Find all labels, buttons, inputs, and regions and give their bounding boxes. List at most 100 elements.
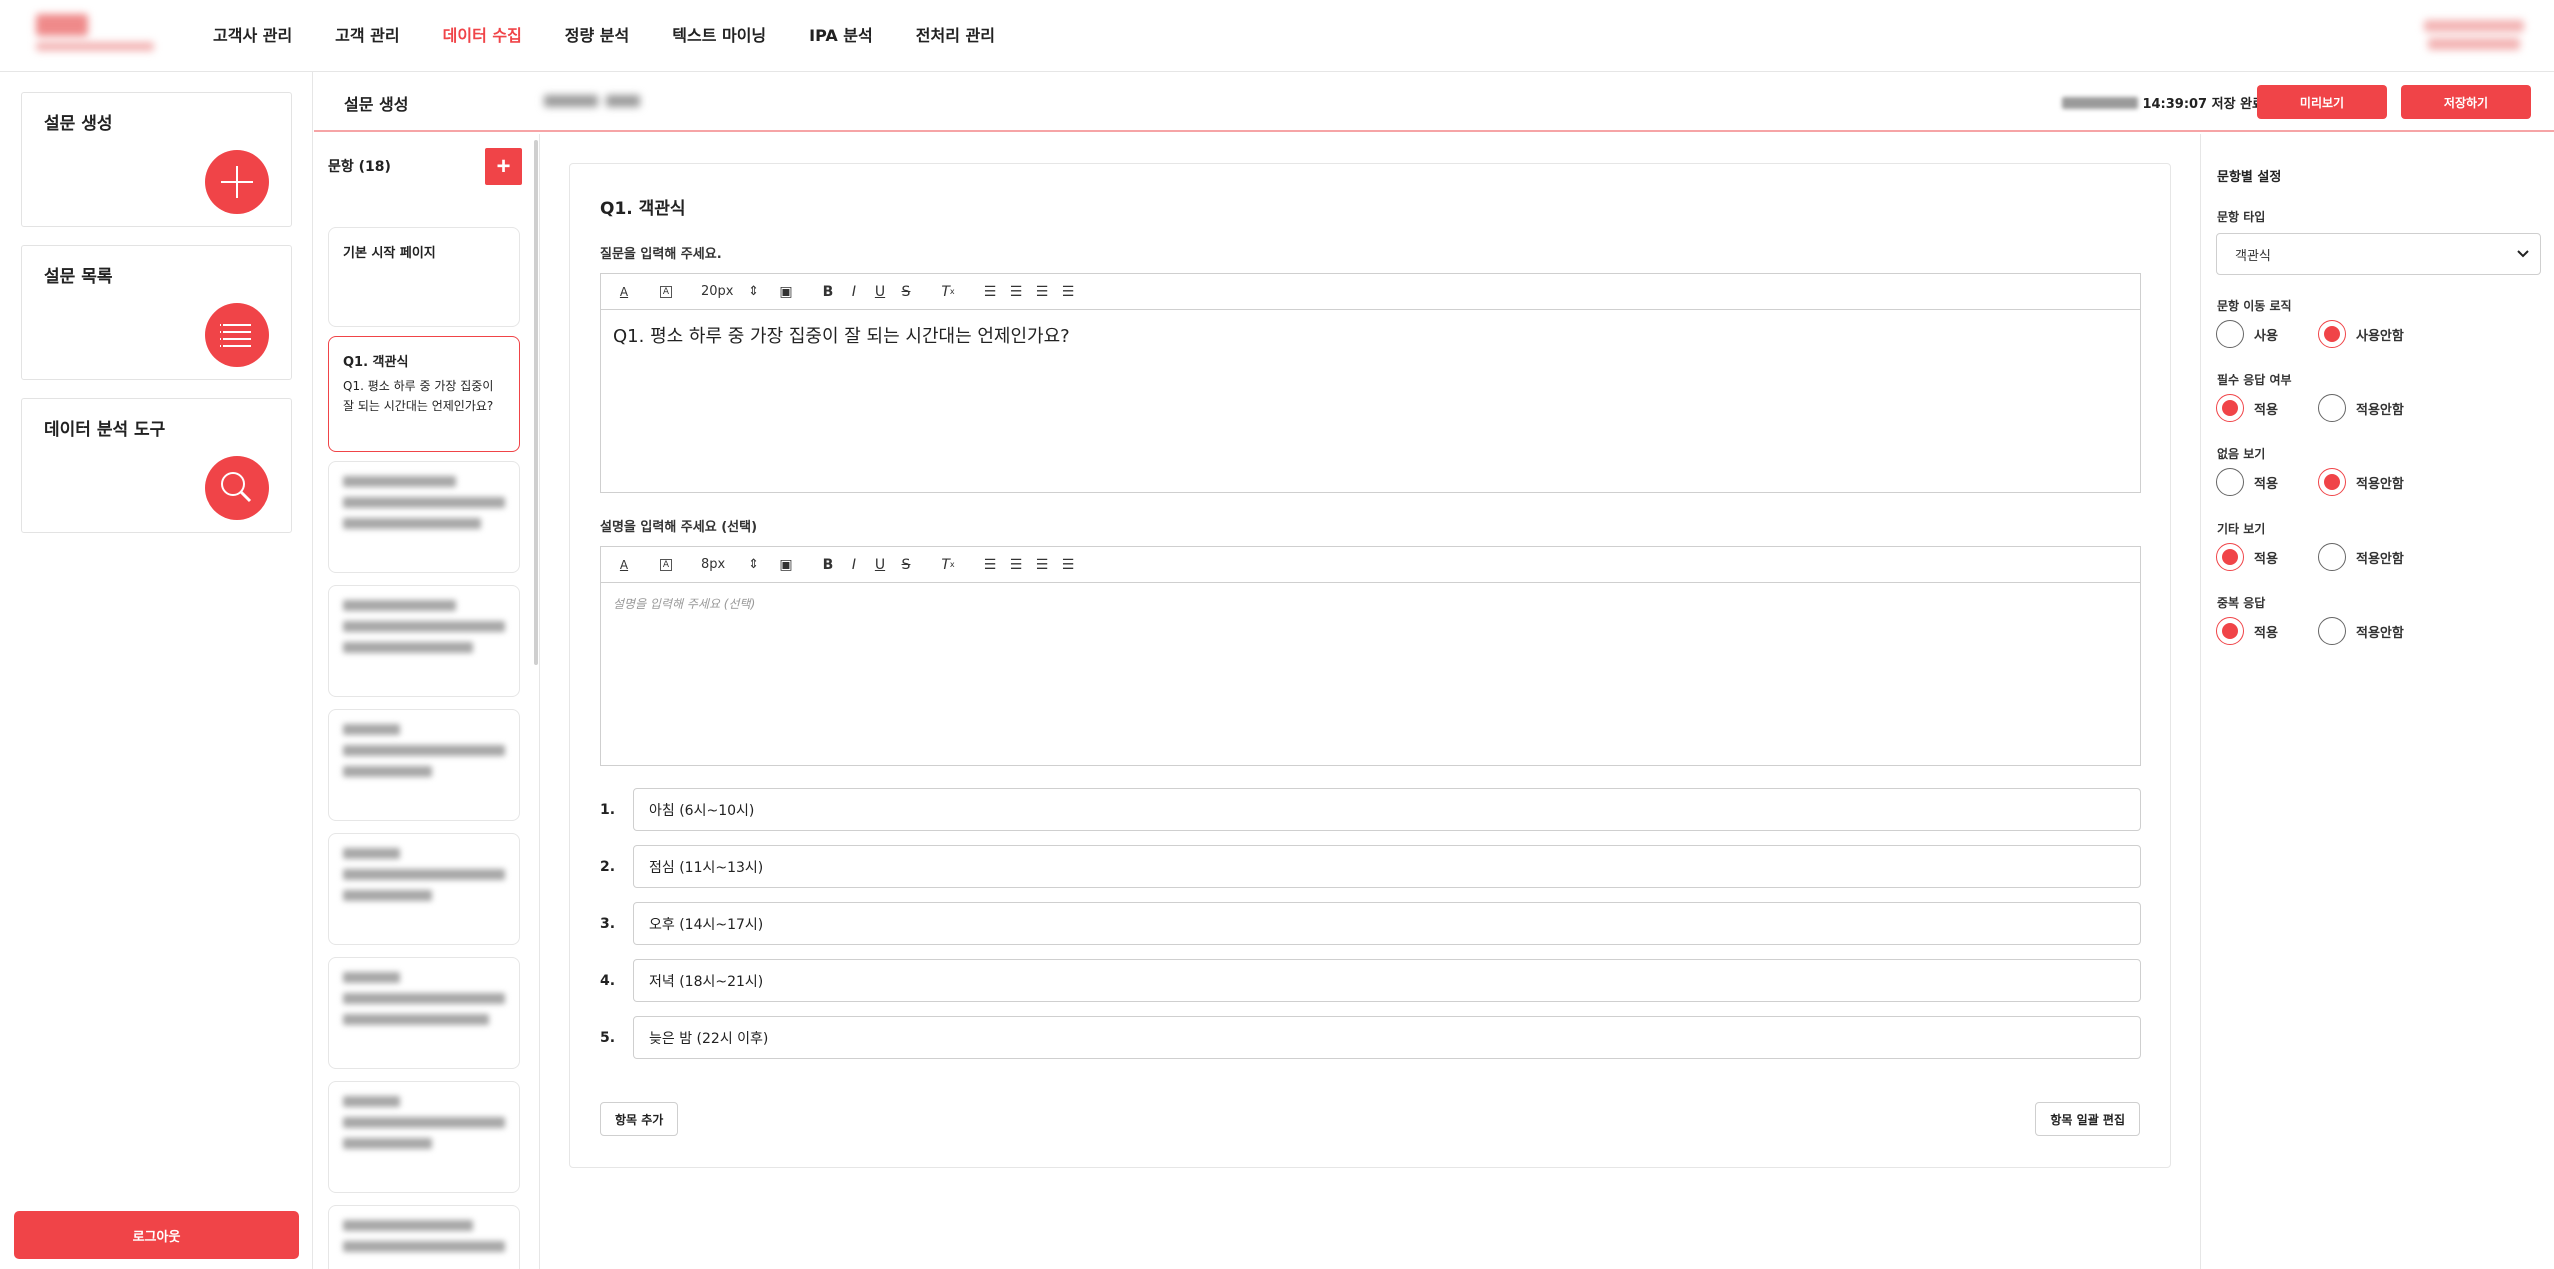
background-color-icon[interactable]: A (653, 554, 679, 576)
italic-icon[interactable]: I (841, 281, 867, 303)
strikethrough-icon[interactable]: S (893, 281, 919, 303)
user-info[interactable] (2418, 18, 2524, 52)
question-type-select[interactable]: 객관식 (2216, 233, 2541, 275)
question-card-q1[interactable]: Q1. 객관식 Q1. 평소 하루 중 가장 집중이 잘 되는 시간대는 언제인… (328, 336, 520, 452)
align-justify-icon[interactable]: ☰ (1055, 554, 1081, 576)
font-size-select[interactable]: 8px ⇕ (687, 557, 765, 572)
logo[interactable] (30, 12, 160, 56)
description-rich-text-editor: A A 8px ⇕ ▣ B I U S Tx ☰ ☰ ☰ ☰ 설명을 입력해 주세… (600, 546, 2141, 766)
clear-format-icon[interactable]: Tx (935, 281, 961, 303)
nav-item-client-management[interactable]: 고객사 관리 (213, 22, 292, 46)
nav-item-quantitative-analysis[interactable]: 정량 분석 (565, 22, 629, 46)
plus-icon[interactable] (205, 150, 269, 214)
top-navigation: 고객사 관리 고객 관리 데이터 수집 정량 분석 텍스트 마이닝 IPA 분석… (0, 0, 2554, 72)
bold-icon[interactable]: B (815, 281, 841, 303)
underline-icon[interactable]: U (867, 554, 893, 576)
clear-format-icon[interactable]: Tx (935, 554, 961, 576)
save-button[interactable]: 저장하기 (2401, 85, 2531, 119)
font-color-icon[interactable]: A (611, 554, 637, 576)
italic-icon[interactable]: I (841, 554, 867, 576)
font-size-select[interactable]: 20px ⇕ (687, 284, 765, 299)
align-right-icon[interactable]: ☰ (1029, 554, 1055, 576)
option-input[interactable]: 저녁 (18시~21시) (633, 959, 2141, 1002)
nav-item-preprocessing[interactable]: 전처리 관리 (916, 22, 995, 46)
radio-label: 적용안함 (2356, 625, 2404, 641)
radio-not-apply[interactable] (2318, 468, 2346, 496)
list-icon[interactable] (205, 303, 269, 367)
radio-label: 사용안함 (2356, 328, 2404, 344)
question-card[interactable] (328, 833, 520, 945)
background-color-icon[interactable]: A (653, 281, 679, 303)
align-center-icon[interactable]: ☰ (1003, 554, 1029, 576)
question-editor: Q1. 객관식 질문을 입력해 주세요. A A 20px ⇕ ▣ B I U S… (569, 163, 2171, 1168)
font-color-icon[interactable]: A (611, 281, 637, 303)
radio-label: 적용 (2254, 476, 2278, 492)
nav-item-ipa-analysis[interactable]: IPA 분석 (809, 22, 873, 46)
radio-apply[interactable] (2216, 394, 2244, 422)
updown-icon: ⇕ (748, 557, 759, 572)
none-option-radio-group: 적용 적용안함 (2216, 468, 2404, 496)
question-card[interactable] (328, 1205, 520, 1269)
card-survey-list[interactable]: 설문 목록 (21, 245, 292, 380)
search-icon[interactable] (205, 456, 269, 520)
question-card-title: Q1. 객관식 (343, 355, 409, 370)
option-input[interactable]: 늦은 밤 (22시 이후) (633, 1016, 2141, 1059)
radio-not-apply[interactable] (2318, 394, 2346, 422)
align-left-icon[interactable]: ☰ (977, 281, 1003, 303)
radio-apply[interactable] (2216, 543, 2244, 571)
nav-item-data-collection[interactable]: 데이터 수집 (443, 22, 522, 46)
option-number: 1. (600, 802, 616, 818)
preview-button[interactable]: 미리보기 (2257, 85, 2387, 119)
question-card[interactable] (328, 1081, 520, 1193)
image-icon[interactable]: ▣ (773, 281, 799, 303)
question-list: 문항 (18) + 기본 시작 페이지 Q1. 객관식 Q1. 평소 하루 중 … (314, 134, 540, 1269)
option-input[interactable]: 아침 (6시~10시) (633, 788, 2141, 831)
question-title: Q1. 객관식 (600, 199, 686, 219)
radio-label: 적용안함 (2356, 476, 2404, 492)
align-justify-icon[interactable]: ☰ (1055, 281, 1081, 303)
option-number: 3. (600, 916, 616, 932)
radio-apply[interactable] (2216, 617, 2244, 645)
add-question-button[interactable]: + (485, 148, 522, 185)
font-size-value: 20px (701, 284, 734, 299)
image-icon[interactable]: ▣ (773, 554, 799, 576)
question-card[interactable] (328, 585, 520, 697)
question-card-start-page[interactable]: 기본 시작 페이지 (328, 227, 520, 327)
radio-use[interactable] (2216, 320, 2244, 348)
option-input[interactable]: 오후 (14시~17시) (633, 902, 2141, 945)
question-card[interactable] (328, 709, 520, 821)
underline-icon[interactable]: U (867, 281, 893, 303)
card-data-analysis-tool[interactable]: 데이터 분석 도구 (21, 398, 292, 533)
radio-not-apply[interactable] (2318, 543, 2346, 571)
nav-item-customer-management[interactable]: 고객 관리 (335, 22, 399, 46)
radio-not-use[interactable] (2318, 320, 2346, 348)
radio-apply[interactable] (2216, 468, 2244, 496)
question-card[interactable] (328, 957, 520, 1069)
description-placeholder[interactable]: 설명을 입력해 주세요 (선택) (601, 583, 2140, 624)
radio-not-apply[interactable] (2318, 617, 2346, 645)
align-left-icon[interactable]: ☰ (977, 554, 1003, 576)
align-right-icon[interactable]: ☰ (1029, 281, 1055, 303)
bold-icon[interactable]: B (815, 554, 841, 576)
required-label: 필수 응답 여부 (2217, 373, 2292, 387)
option-input[interactable]: 점심 (11시~13시) (633, 845, 2141, 888)
card-create-survey[interactable]: 설문 생성 (21, 92, 292, 227)
align-center-icon[interactable]: ☰ (1003, 281, 1029, 303)
editor-toolbar: A A 20px ⇕ ▣ B I U S Tx ☰ ☰ ☰ ☰ (601, 274, 2140, 310)
move-logic-label: 문항 이동 로직 (2217, 299, 2292, 313)
survey-name (544, 93, 644, 109)
question-card[interactable] (328, 461, 520, 573)
bulk-edit-button[interactable]: 항목 일괄 편집 (2035, 1102, 2140, 1136)
option-number: 2. (600, 859, 616, 875)
nav-item-text-mining[interactable]: 텍스트 마이닝 (672, 22, 766, 46)
question-type-value: 객관식 (2235, 248, 2271, 264)
radio-label: 적용 (2254, 402, 2278, 418)
required-radio-group: 적용 적용안함 (2216, 394, 2404, 422)
chevron-down-icon (2517, 250, 2529, 258)
question-text[interactable]: Q1. 평소 하루 중 가장 집중이 잘 되는 시간대는 언제인가요? (601, 310, 2140, 360)
add-item-button[interactable]: 항목 추가 (600, 1102, 679, 1136)
none-option-label: 없음 보기 (2217, 447, 2266, 461)
strikethrough-icon[interactable]: S (893, 554, 919, 576)
logout-button[interactable]: 로그아웃 (14, 1211, 299, 1259)
scrollbar[interactable] (534, 140, 538, 665)
